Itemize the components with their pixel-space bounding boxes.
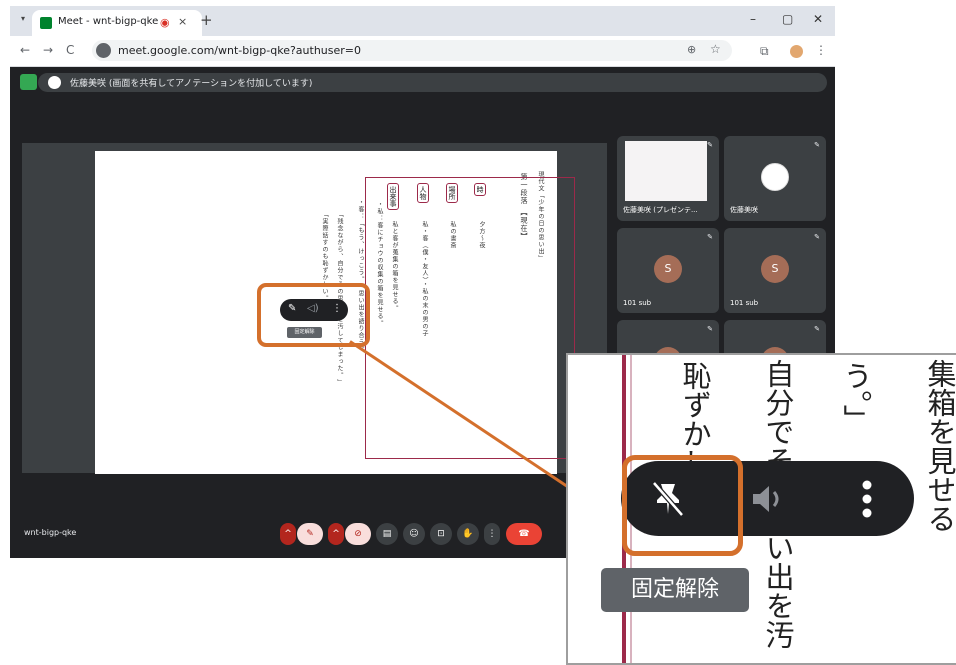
slide-tag-place: 場所 bbox=[446, 183, 458, 203]
meet-favicon-icon bbox=[40, 17, 52, 29]
zoom-icon[interactable]: ⊕ bbox=[687, 43, 696, 56]
extensions-icon[interactable]: ⧉ bbox=[760, 44, 769, 59]
participant-name: 101 sub bbox=[730, 299, 759, 307]
minimize-button[interactable]: – bbox=[750, 12, 756, 26]
new-tab-button[interactable]: + bbox=[200, 11, 213, 29]
participant-name: 佐藤美咲 bbox=[730, 206, 758, 214]
browser-toolbar: ← → C meet.google.com/wnt-bigp-qke?authu… bbox=[10, 36, 835, 67]
raise-hand-button[interactable]: ✋ bbox=[457, 523, 479, 545]
inset-text-col-1: 集箱を見せる bbox=[923, 359, 956, 533]
highlight-box-large bbox=[622, 455, 743, 556]
pin-icon[interactable]: ✎ bbox=[814, 325, 820, 333]
address-bar[interactable]: meet.google.com/wnt-bigp-qke?authuser=0 … bbox=[92, 40, 732, 61]
leave-call-button[interactable]: ☎ bbox=[506, 523, 542, 545]
forward-button[interactable]: → bbox=[43, 43, 53, 57]
inset-text-col-2: う。」 bbox=[839, 361, 873, 434]
captions-button[interactable]: ▤ bbox=[376, 523, 398, 545]
avatar bbox=[761, 163, 789, 191]
tab-title: Meet - wnt-bigp-qke bbox=[58, 16, 159, 27]
slide-people-value: 私・客（僕・友人）・私の末の男の子 bbox=[421, 221, 428, 337]
presentation-thumbnail bbox=[625, 141, 707, 201]
participant-tile[interactable]: ✎ 佐藤美咲 bbox=[724, 136, 826, 221]
avatar: S bbox=[761, 255, 789, 283]
participant-tile[interactable]: S ✎ 101 sub bbox=[724, 228, 826, 313]
meeting-code: wnt-bigp-qke bbox=[24, 528, 77, 537]
participant-tile-presentation[interactable]: ✎ 佐藤美咲 (プレゼンテ... bbox=[617, 136, 719, 221]
participant-tile[interactable]: S ✎ 101 sub bbox=[617, 228, 719, 313]
tab-search-button[interactable]: ▾ bbox=[16, 14, 30, 28]
present-button[interactable]: ⊡ bbox=[430, 523, 452, 545]
mic-toggle-button[interactable]: ✎ bbox=[297, 523, 323, 545]
highlight-box-small bbox=[257, 283, 370, 347]
recording-indicator-icon: ◉ bbox=[160, 16, 170, 29]
tab-meet[interactable]: Meet - wnt-bigp-qke ◉ × bbox=[32, 10, 202, 36]
slide-event-line-2: ・私：客にチョウの収集の箱を見せる。 bbox=[376, 201, 383, 327]
slide-tag-people: 人物 bbox=[417, 183, 429, 203]
zoomed-unpin-tooltip: 固定解除 bbox=[601, 568, 749, 612]
tab-close-icon[interactable]: × bbox=[178, 15, 187, 28]
url-text: meet.google.com/wnt-bigp-qke?authuser=0 bbox=[118, 44, 361, 57]
slide-time-value: 夕方〜夜 bbox=[478, 221, 485, 249]
camera-toggle-button[interactable]: ⊘ bbox=[345, 523, 371, 545]
zoomed-audio-icon bbox=[749, 481, 789, 517]
profile-avatar[interactable] bbox=[790, 45, 803, 58]
presenter-avatar bbox=[48, 76, 61, 89]
pin-icon[interactable]: ✎ bbox=[707, 325, 713, 333]
reload-button[interactable]: C bbox=[66, 43, 74, 57]
bookmark-star-icon[interactable]: ☆ bbox=[710, 42, 721, 56]
slide-event-line-1: 私と客が蒐集の箱を見せる。 bbox=[391, 221, 398, 312]
back-button[interactable]: ← bbox=[20, 43, 30, 57]
pin-icon[interactable]: ✎ bbox=[814, 141, 820, 149]
pin-icon[interactable]: ✎ bbox=[814, 233, 820, 241]
slide-tag-time: 時 bbox=[474, 183, 486, 196]
zoomed-more-icon[interactable] bbox=[861, 478, 873, 520]
browser-menu-icon[interactable]: ⋮ bbox=[815, 43, 827, 57]
tab-bar: ▾ Meet - wnt-bigp-qke ◉ × + – ▢ ✕ bbox=[10, 6, 835, 36]
close-window-button[interactable]: ✕ bbox=[813, 12, 823, 26]
zoom-inset: 集箱を見せる う。」 自分でその思い出を汚 恥ずかしい」 固定解除 bbox=[566, 353, 956, 665]
slide-tag-event: 出来事 bbox=[387, 183, 399, 210]
slide-place-value: 私の書斎 bbox=[449, 221, 456, 249]
participant-name: 101 sub bbox=[623, 299, 652, 307]
slide-frame bbox=[365, 177, 575, 459]
avatar: S bbox=[654, 255, 682, 283]
emoji-button[interactable]: ☺ bbox=[403, 523, 425, 545]
mic-options-caret-icon[interactable]: ^ bbox=[280, 523, 296, 545]
participant-name: 佐藤美咲 (プレゼンテ... bbox=[623, 206, 698, 214]
camera-options-caret-icon[interactable]: ^ bbox=[328, 523, 344, 545]
pin-icon[interactable]: ✎ bbox=[707, 233, 713, 241]
share-banner-text: 佐藤美咲 (画面を共有してアノテーションを付加しています) bbox=[70, 79, 313, 89]
pin-icon[interactable]: ✎ bbox=[707, 141, 713, 149]
more-options-button[interactable]: ⋮ bbox=[484, 523, 500, 545]
share-banner: 佐藤美咲 (画面を共有してアノテーションを付加しています) bbox=[38, 73, 827, 92]
screen-share-icon bbox=[20, 74, 37, 90]
maximize-button[interactable]: ▢ bbox=[782, 12, 793, 26]
site-info-icon[interactable] bbox=[96, 43, 111, 58]
